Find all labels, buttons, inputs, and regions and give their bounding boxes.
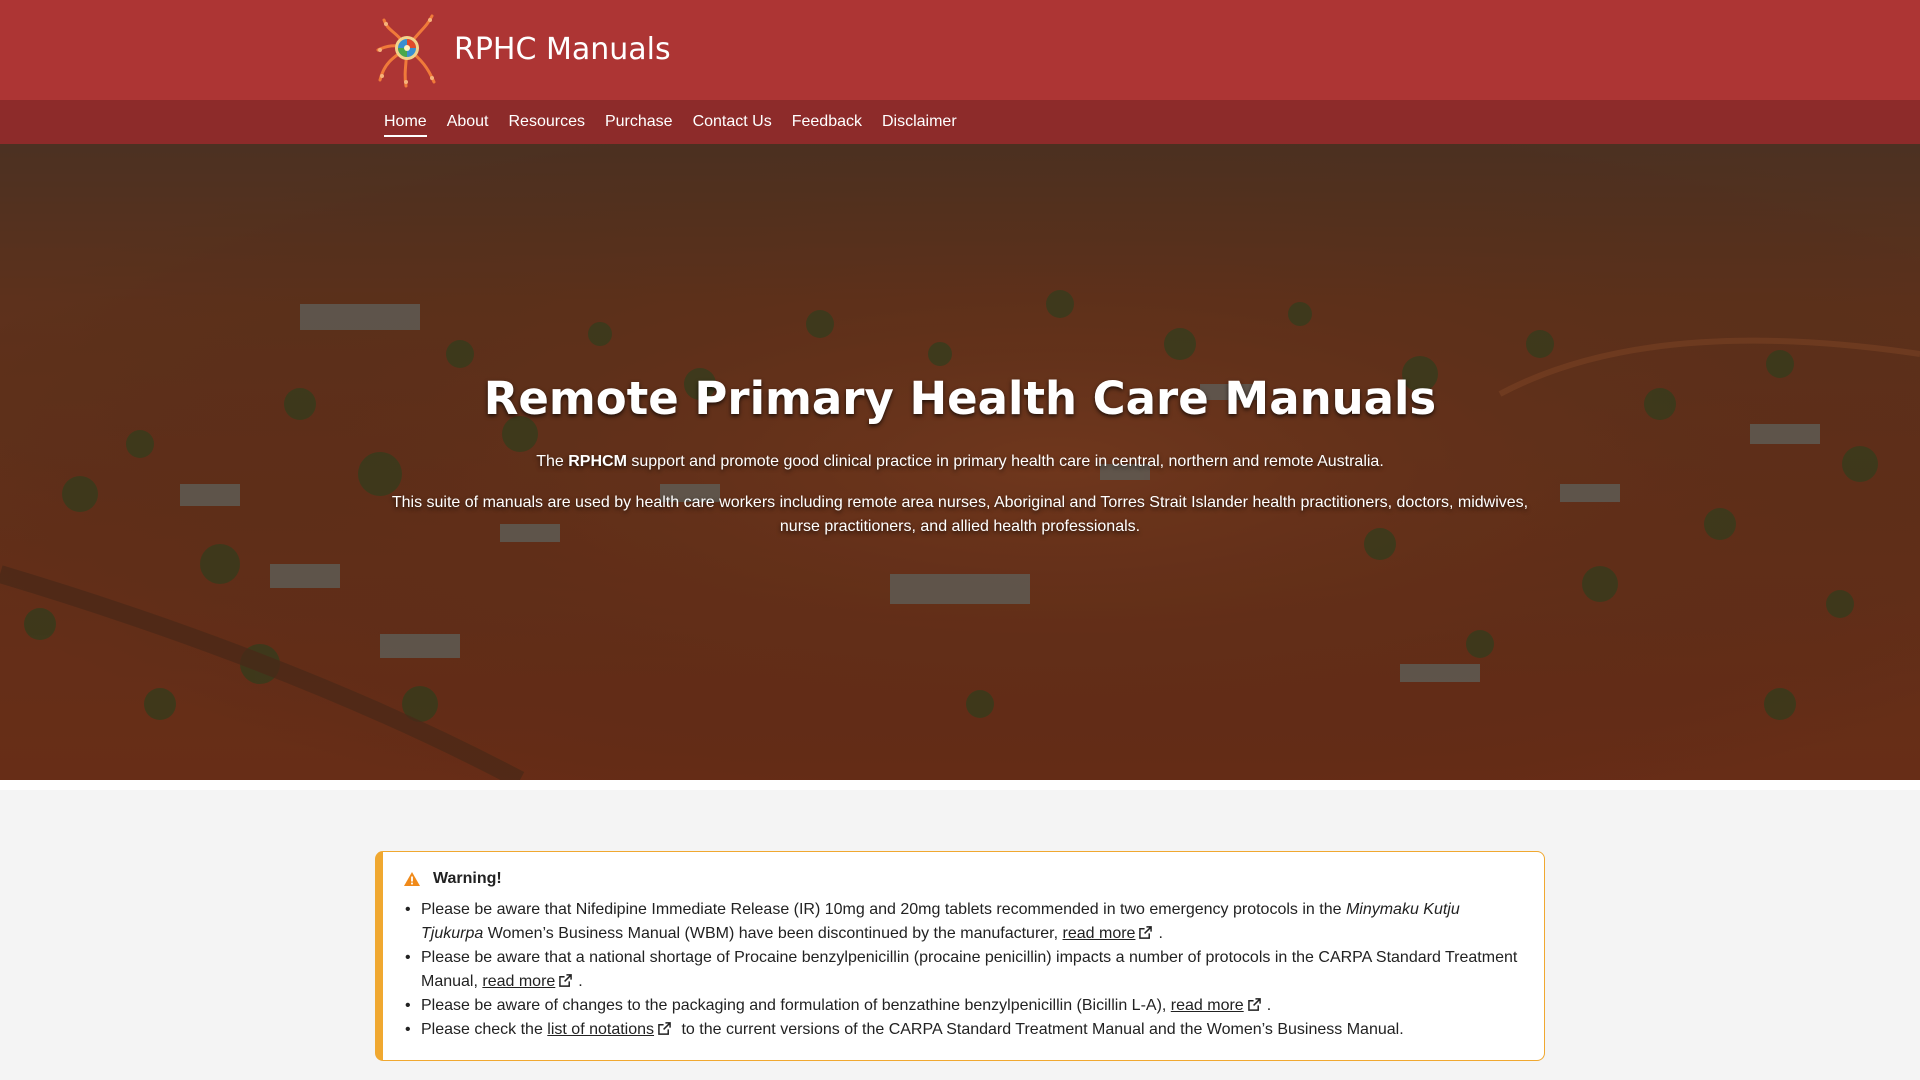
main-nav: Home About Resources Purchase Contact Us… (0, 100, 1920, 144)
nav-purchase[interactable]: Purchase (605, 107, 673, 137)
read-more-link[interactable]: read more (1171, 997, 1244, 1014)
list-item: Please be aware of changes to the packag… (403, 994, 1520, 1018)
nav-home[interactable]: Home (384, 107, 427, 137)
hero-banner: Remote Primary Health Care Manuals The R… (0, 144, 1920, 780)
warning-title: Warning! (433, 870, 502, 887)
nav-contact-us[interactable]: Contact Us (693, 107, 772, 137)
hero-intro: The RPHCM support and promote good clini… (536, 453, 1384, 470)
warning-triangle-icon (404, 872, 420, 886)
external-link-icon (1139, 926, 1153, 939)
read-more-link[interactable]: read more (482, 973, 555, 990)
nav-disclaimer[interactable]: Disclaimer (882, 107, 957, 137)
list-item: Please be aware that a national shortage… (403, 946, 1520, 994)
site-header: RPHC Manuals (0, 0, 1920, 100)
external-link-icon (1247, 998, 1261, 1011)
list-of-notations-link[interactable]: list of notations (547, 1021, 654, 1038)
read-more-link[interactable]: read more (1063, 925, 1136, 942)
external-link-icon (658, 1022, 671, 1035)
site-title: RPHC Manuals (454, 31, 671, 67)
list-item: Please check the list of notations to th… (403, 1018, 1520, 1042)
nav-feedback[interactable]: Feedback (792, 107, 862, 137)
hero-rphcm-bold: RPHCM (568, 453, 627, 470)
hero-title: Remote Primary Health Care Manuals (483, 372, 1437, 425)
hero-description: This suite of manuals are used by health… (391, 494, 1529, 535)
brand-link[interactable]: RPHC Manuals (376, 10, 671, 88)
divider (0, 780, 1920, 790)
list-item: Please be aware that Nifedipine Immediat… (403, 898, 1520, 946)
warning-list: Please be aware that Nifedipine Immediat… (403, 898, 1520, 1042)
hero-text: Remote Primary Health Care Manuals The R… (370, 372, 1550, 539)
external-link-icon (559, 974, 573, 987)
warning-alert: Warning! Please be aware that Nifedipine… (375, 851, 1545, 1061)
nav-resources[interactable]: Resources (509, 107, 585, 137)
nav-about[interactable]: About (447, 107, 489, 137)
dot-painting-logo-icon (376, 14, 436, 88)
